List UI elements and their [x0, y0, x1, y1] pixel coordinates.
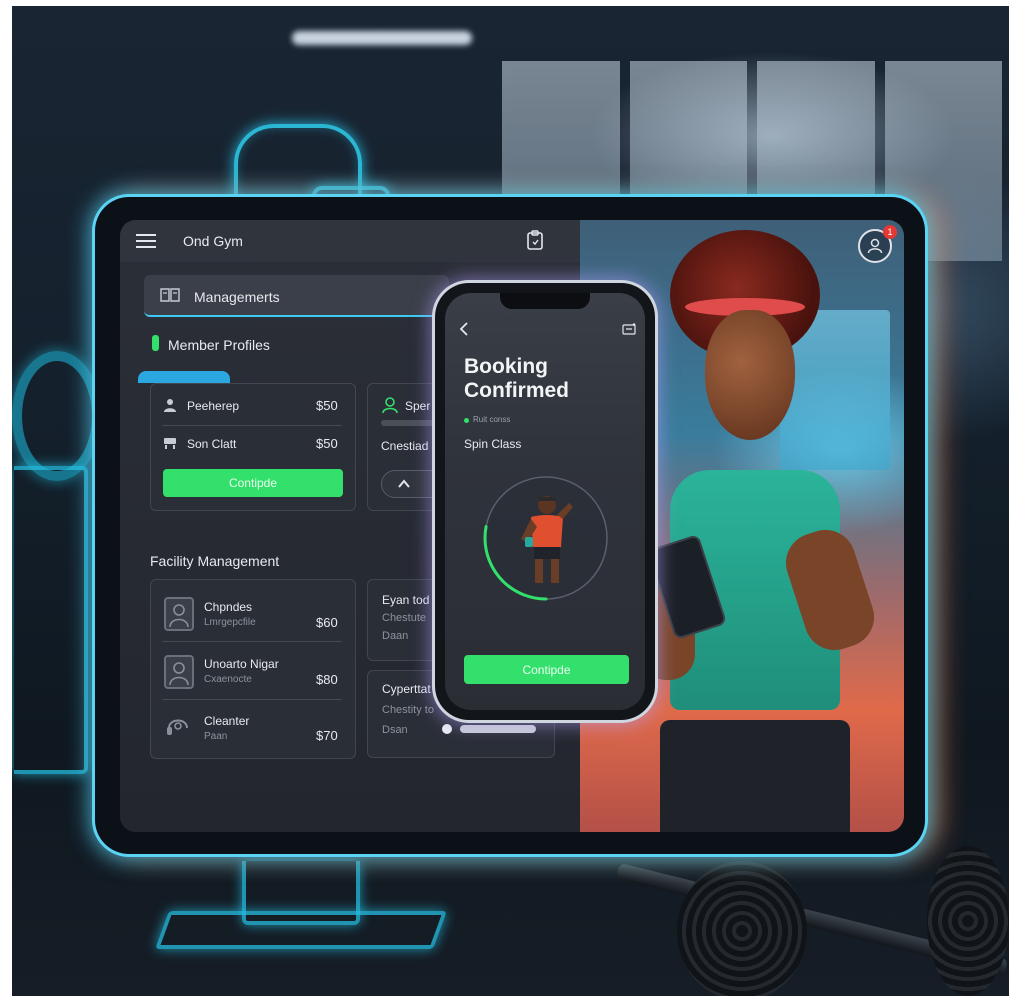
clipboard-icon[interactable] — [525, 229, 545, 251]
facility-row-name: Unoarto Nigar — [204, 657, 279, 671]
app-title: Ond Gym — [183, 233, 243, 249]
phone-device: Booking Confirmed Ruit conss Spin Class — [435, 283, 655, 720]
facility-row-price: $60 — [316, 615, 338, 630]
class-name: Spin Class — [464, 437, 522, 451]
facility-row-price: $70 — [316, 728, 338, 743]
facility-row-name: Chpndes — [204, 600, 253, 614]
headset-icon — [164, 711, 192, 739]
menu-dots-icon[interactable] — [621, 321, 637, 337]
member-row-label: Son Clatt — [187, 437, 237, 451]
ceiling-light — [292, 31, 472, 45]
facility-row-sub: Paan — [204, 731, 228, 742]
info-card-line: Chestute — [382, 612, 427, 624]
hamburger-icon[interactable] — [136, 232, 156, 250]
athlete-figure — [517, 493, 577, 585]
facility-row-name: Cleanter — [204, 714, 250, 728]
toggle-track — [460, 725, 536, 733]
woman-face — [705, 310, 795, 440]
row-divider — [162, 699, 342, 700]
book-icon — [160, 286, 180, 304]
notification-badge: 1 — [883, 225, 897, 239]
managements-label: Managemerts — [194, 289, 280, 305]
facility-heading: Facility Management — [150, 553, 280, 569]
woman-shorts — [660, 720, 850, 832]
barbell-plate — [677, 861, 807, 996]
class-card-title: Sper — [405, 399, 431, 413]
seat-icon — [163, 436, 177, 450]
continue-button[interactable]: Contipde — [163, 469, 343, 497]
person-icon — [163, 398, 177, 412]
info-card-line: Dsan — [382, 724, 408, 736]
gym-plate-ring — [12, 351, 102, 481]
phone-continue-button[interactable]: Contipde — [464, 655, 629, 684]
member-profiles-heading: Member Profiles — [168, 337, 270, 353]
managements-tab[interactable] — [144, 275, 449, 317]
facility-row-sub: Cxaenocte — [204, 674, 252, 685]
status-dot — [464, 418, 469, 423]
phone-notch — [500, 293, 590, 309]
info-card-title: Cyperttat — [382, 682, 431, 696]
person-outline-icon — [381, 396, 399, 414]
portrait-icon — [164, 655, 194, 689]
barbell-plate-back — [927, 846, 1009, 996]
class-card-subtitle: Cnestiad d — [381, 439, 439, 453]
tab-indicator — [138, 371, 230, 383]
toggle-knob — [442, 724, 452, 734]
back-chevron-icon[interactable] — [457, 321, 471, 337]
info-card-line: Daan — [382, 630, 409, 642]
booking-status: Ruit conss — [473, 415, 511, 424]
row-divider — [162, 641, 342, 642]
member-row-label: Peeherep — [187, 399, 240, 413]
neon-left-frame — [14, 466, 88, 774]
row-divider — [162, 425, 342, 426]
toggle-slider[interactable] — [442, 724, 538, 734]
member-status-dot — [152, 335, 159, 351]
neon-base — [155, 911, 447, 949]
info-card-title: Eyan tod — [382, 593, 430, 607]
facility-row-price: $80 — [316, 672, 338, 687]
member-row-price: $50 — [316, 398, 338, 413]
booking-title: Booking Confirmed — [464, 355, 569, 402]
info-card-line: Chestity to — [382, 704, 434, 716]
phone-screen: Booking Confirmed Ruit conss Spin Class — [445, 293, 645, 710]
facility-row-sub: Lmrgepcfile — [204, 617, 256, 628]
member-row-price: $50 — [316, 436, 338, 451]
portrait-icon — [164, 597, 194, 631]
